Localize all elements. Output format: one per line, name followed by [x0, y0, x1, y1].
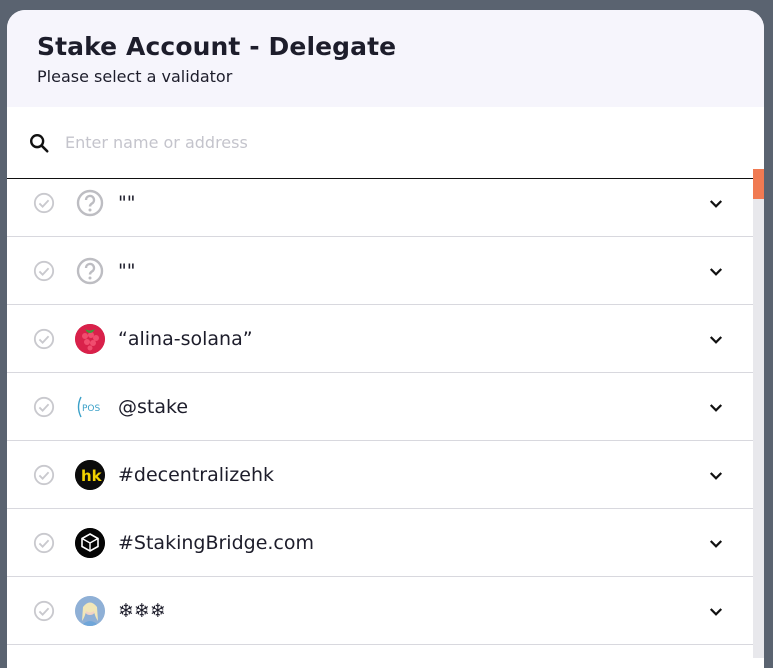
question-icon: [75, 188, 105, 218]
check-circle-icon[interactable]: [33, 532, 55, 554]
check-circle-icon[interactable]: [33, 464, 55, 486]
chevron-down-icon[interactable]: [707, 467, 725, 485]
raspberry-avatar: [75, 324, 105, 354]
modal-header: Stake Account - Delegate Please select a…: [7, 10, 764, 107]
chevron-down-icon[interactable]: [707, 331, 725, 349]
chevron-down-icon[interactable]: [707, 195, 725, 213]
validator-row[interactable]: “alina-solana”: [7, 305, 753, 373]
chevron-down-icon[interactable]: [707, 399, 725, 417]
check-circle-icon[interactable]: [33, 600, 55, 622]
chevron-down-icon[interactable]: [707, 603, 725, 621]
validator-name: “alina-solana”: [118, 328, 253, 350]
validator-list: "" "" “alina-solana” POS @stake hk #dece…: [7, 169, 753, 658]
validator-row[interactable]: POS @stake: [7, 373, 753, 441]
validator-name: ❄❄❄: [118, 600, 166, 622]
check-circle-icon[interactable]: [33, 396, 55, 418]
validator-row[interactable]: hk #decentralizehk: [7, 441, 753, 509]
pos-avatar: POS: [75, 392, 105, 422]
validator-name: #decentralizehk: [118, 464, 275, 486]
scrollbar-thumb[interactable]: [753, 169, 764, 199]
search-input[interactable]: [63, 132, 667, 153]
check-circle-icon[interactable]: [33, 192, 55, 214]
check-circle-icon[interactable]: [33, 328, 55, 350]
validator-row[interactable]: "": [7, 237, 753, 305]
validator-row[interactable]: "": [7, 169, 753, 237]
modal-title: Stake Account - Delegate: [37, 32, 397, 61]
validator-row[interactable]: ❄❄❄: [7, 577, 753, 645]
svg-text:hk: hk: [81, 467, 103, 485]
chevron-down-icon[interactable]: [707, 535, 725, 553]
validator-name: #StakingBridge.com: [118, 532, 315, 554]
check-circle-icon[interactable]: [33, 260, 55, 282]
chevron-down-icon[interactable]: [707, 263, 725, 281]
elsa-avatar: [75, 596, 105, 626]
validator-name: "": [118, 192, 136, 214]
validator-name: "": [118, 260, 136, 282]
search-icon: [27, 131, 51, 155]
modal-subtitle: Please select a validator: [37, 67, 233, 86]
validator-name: @stake: [118, 396, 189, 418]
stakingbridge-avatar: [75, 528, 105, 558]
scrollbar[interactable]: [753, 169, 764, 658]
validator-row[interactable]: #StakingBridge.com: [7, 509, 753, 577]
hk-avatar: hk: [75, 460, 105, 490]
question-icon: [75, 256, 105, 286]
svg-text:POS: POS: [82, 404, 101, 414]
